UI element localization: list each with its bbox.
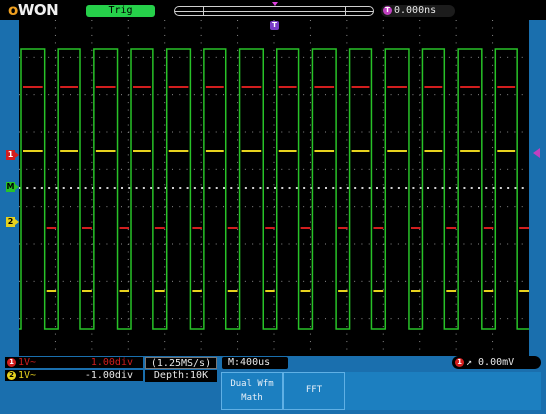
softkey-label-line2: Math [241,393,263,403]
trigger-time-marker-icon: T [270,21,279,30]
oscilloscope-display: oWON Trig T 0.000ns T 1 M 2 1 1V~ 1.00di… [0,0,546,414]
math-offset-marker[interactable]: M [6,182,19,192]
ch1-icon: 1 [7,358,16,367]
ch2-coupling: 1V~ [18,370,37,381]
ch2-info[interactable]: 2 1V~ -1.00div [5,370,143,381]
sample-rate-readout: (1.25MS/s) [145,357,217,369]
fft-softkey[interactable]: FFT [283,372,345,410]
view-window-right-bracket [345,6,346,16]
dual-wfm-math-softkey[interactable]: Dual Wfm Math [221,372,283,410]
trigger-level-marker[interactable] [533,148,540,158]
softkey-label-line1: Dual Wfm [230,379,274,389]
waveform-canvas [19,20,529,350]
record-depth-readout: Depth:10K [145,370,217,382]
time-position-icon: T [383,6,392,15]
trigger-source-icon: 1 [455,358,464,367]
ch2-icon: 2 [7,371,16,380]
ch2-offset-marker[interactable]: 2 [6,217,19,227]
empty-softkey-area [345,372,541,410]
memory-position-bar [174,6,374,16]
brand-logo: oWON [8,1,59,19]
top-status-bar: oWON Trig T 0.000ns [0,0,546,20]
ch1-scale: 1.00div [90,357,133,368]
view-window-left-bracket [203,6,204,16]
trigger-position-marker [272,2,278,6]
trigger-status-badge: Trig [86,5,155,17]
timebase-readout[interactable]: M:400us [222,357,288,369]
waveform-area [19,20,529,356]
ch2-scale: -1.00div [84,370,133,381]
time-position-value: 0.000ns [394,5,437,16]
trigger-info[interactable]: 1 ↗ 0.00mV [452,356,541,369]
ch1-info[interactable]: 1 1V~ 1.00div [5,357,143,368]
grid-dots [19,20,524,350]
ch1-coupling: 1V~ [18,357,37,368]
ch1-offset-marker[interactable]: 1 [6,150,19,160]
trigger-level-value: ↗ 0.00mV [466,357,515,368]
memory-bar-line [175,11,373,12]
